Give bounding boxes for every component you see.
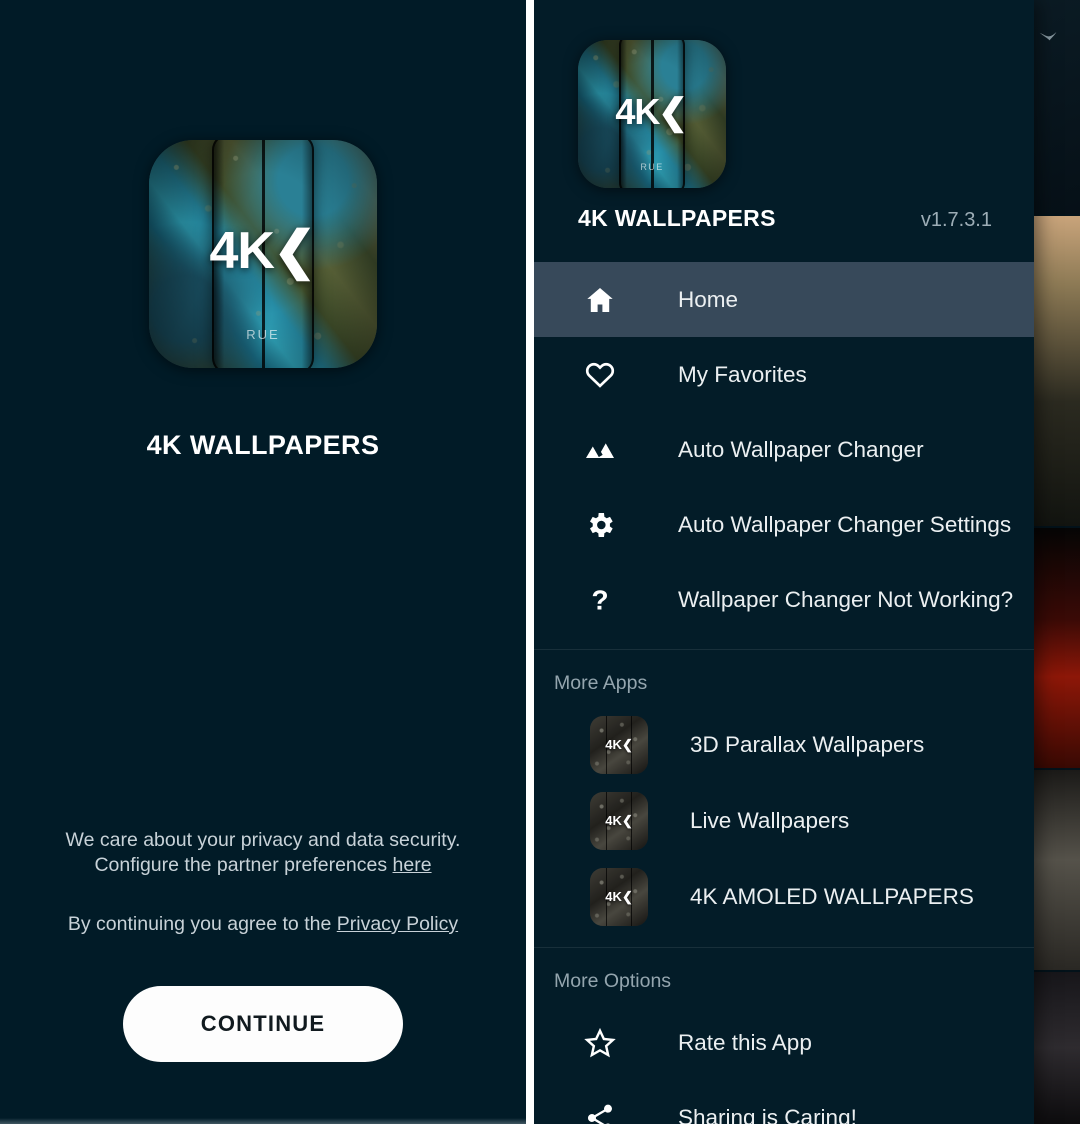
app-thumb-icon: 4K❯ xyxy=(590,868,648,926)
privacy-policy-link[interactable]: Privacy Policy xyxy=(337,913,458,935)
privacy-line-2: Configure the partner preferences here xyxy=(0,853,526,878)
heart-icon xyxy=(578,359,622,391)
sidebar-item-sharing-is-caring[interactable]: Sharing is Caring! xyxy=(534,1080,1034,1124)
more-app-item-live-wallpapers[interactable]: 4K❯ Live Wallpapers xyxy=(534,783,1034,859)
drawer-app-icon-watermark: RUE xyxy=(640,162,664,172)
wallpaper-tile[interactable] xyxy=(1034,528,1080,768)
home-icon xyxy=(578,284,622,316)
more-app-label: 3D Parallax Wallpapers xyxy=(690,732,925,757)
sidebar-item-label: Rate this App xyxy=(678,1029,812,1055)
sidebar-item-label: Auto Wallpaper Changer Settings xyxy=(678,511,1012,537)
page-title: 4K WALLPAPERS xyxy=(146,430,380,460)
privacy-notice: We care about your privacy and data secu… xyxy=(0,828,526,878)
app-icon-4k-text: 4K xyxy=(209,221,274,280)
wallpaper-tile[interactable] xyxy=(1034,216,1080,526)
agreement-notice: By continuing you agree to the Privacy P… xyxy=(0,913,526,936)
sidebar-item-my-favorites[interactable]: My Favorites xyxy=(534,337,1034,412)
star-icon xyxy=(578,1027,622,1059)
svg-text:?: ? xyxy=(591,584,608,615)
system-navigation-bar xyxy=(0,1118,526,1124)
more-apps-header: More Apps xyxy=(554,672,648,694)
sidebar-item-rate-this-app[interactable]: Rate this App xyxy=(534,1005,1034,1080)
drawer-app-icon-4k-badge: 4K❯ xyxy=(578,90,726,132)
drawer-nav-list: Home My Favorites Auto Wallpaper Changer xyxy=(534,262,1034,637)
app-icon-4k-badge: 4K❯ xyxy=(149,221,377,280)
more-options-header: More Options xyxy=(554,970,672,992)
app-icon-4k-wallpapers: 4K❯ RUE xyxy=(149,140,377,368)
app-thumb-icon: 4K❯ xyxy=(590,792,648,850)
consent-logo-wrap: 4K❯ RUE xyxy=(0,140,526,368)
privacy-line-2-prefix: Configure the partner preferences xyxy=(94,854,393,876)
sidebar-item-label: Wallpaper Changer Not Working? xyxy=(678,586,1014,612)
chevron-right-icon: ❯ xyxy=(273,221,317,280)
question-mark-icon: ? xyxy=(578,584,622,616)
drawer-app-title: 4K WALLPAPERS xyxy=(578,205,776,231)
sidebar-item-label: My Favorites xyxy=(678,361,807,387)
app-icon-watermark: RUE xyxy=(246,327,280,342)
wallpaper-tile[interactable] xyxy=(1034,972,1080,1124)
sidebar-item-label: Auto Wallpaper Changer xyxy=(678,436,924,462)
more-app-item-4k-amoled-wallpapers[interactable]: 4K❯ 4K AMOLED WALLPAPERS xyxy=(534,859,1034,935)
sidebar-item-label: Sharing is Caring! xyxy=(678,1104,857,1124)
drawer-title-row: 4K WALLPAPERS v1.7.3.1 xyxy=(578,205,992,232)
drawer-app-icon: 4K❯ RUE xyxy=(578,40,726,188)
sidebar-item-home[interactable]: Home xyxy=(534,262,1034,337)
sidebar-item-label: Home xyxy=(678,286,739,312)
bird-icon xyxy=(1039,32,1057,41)
screenshot-root: 4K❯ RUE 4K WALLPAPERS We care about your… xyxy=(0,0,1080,1124)
drawer-app-version: v1.7.3.1 xyxy=(920,209,992,231)
gear-icon xyxy=(578,509,622,541)
mountains-icon xyxy=(578,434,622,466)
wallpaper-tile[interactable] xyxy=(1034,770,1080,970)
more-app-label: 4K AMOLED WALLPAPERS xyxy=(690,884,974,909)
partner-preferences-link[interactable]: here xyxy=(393,854,432,876)
sidebar-item-wallpaper-changer-not-working[interactable]: ? Wallpaper Changer Not Working? xyxy=(534,562,1034,637)
chevron-right-icon: ❯ xyxy=(659,90,689,132)
wallpaper-grid-background xyxy=(1034,0,1080,1124)
more-app-label: Live Wallpapers xyxy=(690,808,850,833)
sidebar-item-auto-wallpaper-changer[interactable]: Auto Wallpaper Changer xyxy=(534,412,1034,487)
share-icon xyxy=(578,1102,622,1124)
drawer-header: 4K❯ RUE 4K WALLPAPERS v1.7.3.1 xyxy=(534,0,1034,262)
drawer-app-icon-4k-text: 4K xyxy=(615,90,660,132)
navigation-drawer: 4K❯ RUE 4K WALLPAPERS v1.7.3.1 Home My F… xyxy=(534,0,1034,1124)
sidebar-item-auto-wallpaper-changer-settings[interactable]: Auto Wallpaper Changer Settings xyxy=(534,487,1034,562)
continue-button[interactable]: CONTINUE xyxy=(123,986,403,1062)
privacy-line-1: We care about your privacy and data secu… xyxy=(65,829,461,851)
panel-divider xyxy=(526,0,534,1124)
agreement-prefix: By continuing you agree to the xyxy=(67,913,337,935)
consent-screen: 4K❯ RUE 4K WALLPAPERS We care about your… xyxy=(0,0,526,1124)
drawer-screen: 4K❯ RUE 4K WALLPAPERS v1.7.3.1 Home My F… xyxy=(534,0,1080,1124)
more-app-item-3d-parallax-wallpapers[interactable]: 4K❯ 3D Parallax Wallpapers xyxy=(534,707,1034,783)
app-thumb-icon: 4K❯ xyxy=(590,716,648,774)
